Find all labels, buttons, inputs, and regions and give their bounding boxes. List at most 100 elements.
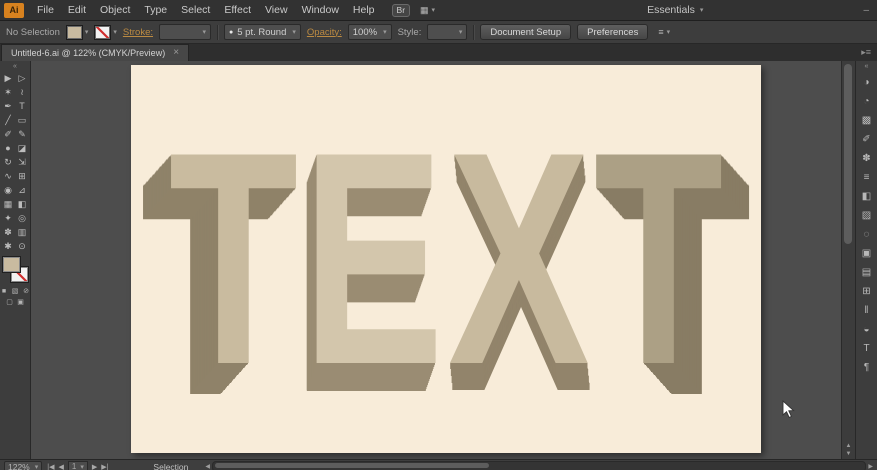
dock-expand-icon[interactable]: « [865,63,869,73]
symbols-panel-icon[interactable]: ✽ [856,149,877,168]
menu-file[interactable]: File [30,0,61,20]
scroll-down-icon[interactable]: ▼ [846,451,852,457]
menu-effect[interactable]: Effect [217,0,258,20]
shape-builder-tool[interactable]: ◉ [1,183,15,197]
free-transform-tool[interactable]: ⊞ [15,169,29,183]
transparency-panel-icon[interactable]: ▨ [856,206,877,225]
text-artwork[interactable]: T E X T [169,65,724,453]
horizontal-scrollbar-thumb[interactable] [215,463,489,468]
gradient-tool[interactable]: ◧ [15,197,29,211]
paintbrush-tool[interactable]: ✐ [1,127,15,141]
toolbar-collapse-icon[interactable]: « [13,62,17,71]
document-setup-button[interactable]: Document Setup [480,24,572,40]
pencil-tool[interactable]: ✎ [15,127,29,141]
vertical-scrollbar[interactable]: ▲ ▼ [841,61,855,459]
stroke-weight-dropdown[interactable]: ▾ [159,24,212,40]
selection-tool[interactable]: ▶ [1,71,15,85]
mesh-tool[interactable]: ▦ [1,197,15,211]
brush-definition-dropdown[interactable]: ● 5 pt. Round ▾ [224,24,301,40]
artboard-number-dropdown[interactable]: 1 ▾ [67,461,88,470]
align-panel-icon[interactable]: ‖ [856,301,877,320]
screen-mode-icon[interactable]: ▣ [17,298,25,306]
scroll-right-icon[interactable]: ▶ [868,463,873,470]
preferences-button[interactable]: Preferences [577,24,649,40]
opacity-link[interactable]: Opacity: [307,27,342,38]
minimize-button[interactable]: – [863,5,869,16]
menu-type[interactable]: Type [137,0,174,20]
color-guide-panel-icon[interactable]: ◔ [856,92,877,111]
fill-stroke-widget[interactable] [2,256,29,283]
color-mode-icon[interactable]: ■ [0,287,8,295]
symbol-sprayer-tool[interactable]: ✽ [1,225,15,239]
opacity-dropdown[interactable]: 100% ▾ [347,24,392,40]
last-artboard-icon[interactable]: ▶| [101,463,108,470]
bridge-button[interactable]: Br [391,3,411,17]
rotate-tool[interactable]: ↻ [1,155,15,169]
swatches-panel-icon[interactable]: ▩ [856,111,877,130]
blend-tool[interactable]: ◎ [15,211,29,225]
stroke-panel-icon[interactable]: ≡ [856,168,877,187]
letter-t2[interactable]: T [594,107,724,410]
rectangle-tool[interactable]: ▭ [15,113,29,127]
scroll-up-icon[interactable]: ▲ [846,443,852,449]
gradient-panel-icon[interactable]: ◧ [856,187,877,206]
menu-help[interactable]: Help [346,0,382,20]
none-mode-icon[interactable]: ⊘ [22,287,30,295]
color-panel-icon[interactable]: ◑ [856,73,877,92]
layers-panel-icon[interactable]: ▤ [856,263,877,282]
document-tab[interactable]: Untitled-6.ai @ 122% (CMYK/Preview) × [1,44,190,61]
style-dropdown[interactable]: ▾ [427,24,468,40]
pathfinder-panel-icon[interactable]: ◒ [856,320,877,339]
zoom-tool[interactable]: ⊙ [15,239,29,253]
horizontal-scrollbar-track[interactable] [212,461,867,470]
graphic-styles-panel-icon[interactable]: ▣ [856,244,877,263]
character-panel-icon[interactable]: T [856,339,877,358]
tabbar-options-icon[interactable]: ▸≡ [861,47,871,58]
width-tool[interactable]: ∿ [1,169,15,183]
letter-x[interactable]: X [448,107,589,410]
menu-select[interactable]: Select [174,0,217,20]
menu-object[interactable]: Object [93,0,137,20]
menu-window[interactable]: Window [295,0,346,20]
blob-brush-tool[interactable]: ● [1,141,15,155]
stroke-color-swatch[interactable]: ▾ [94,24,117,40]
direct-selection-tool[interactable]: ▷ [15,71,29,85]
scale-tool[interactable]: ⇲ [15,155,29,169]
eyedropper-tool[interactable]: ✦ [1,211,15,225]
next-artboard-icon[interactable]: ▶ [92,463,97,470]
letter-t1[interactable]: T [169,107,299,410]
stroke-link[interactable]: Stroke: [123,27,153,38]
tab-close-icon[interactable]: × [173,48,179,58]
artboards-panel-icon[interactable]: ⊞ [856,282,877,301]
workspace-switcher-icon[interactable]: ▦ ▾ [420,5,435,16]
prev-artboard-icon[interactable]: ◀ [58,463,63,470]
eraser-tool[interactable]: ◪ [15,141,29,155]
workspace-selector[interactable]: Essentials ▾ [647,4,703,16]
appearance-panel-icon[interactable]: ◌ [856,225,877,244]
scroll-left-icon[interactable]: ◀ [205,463,210,470]
magic-wand-tool[interactable]: ✶ [1,85,15,99]
vertical-scrollbar-thumb[interactable] [844,64,852,244]
column-graph-tool[interactable]: ▥ [15,225,29,239]
align-options-button[interactable]: ≡ ▾ [658,27,670,37]
perspective-grid-tool[interactable]: ⊿ [15,183,29,197]
gradient-mode-icon[interactable]: ▧ [11,287,19,295]
canvas-area[interactable]: T E X T ▲ ▼ [31,61,855,459]
horizontal-scrollbar[interactable]: ◀ ▶ [205,461,873,470]
menu-view[interactable]: View [258,0,295,20]
pen-tool[interactable]: ✒ [1,99,15,113]
letter-e[interactable]: E [302,107,443,410]
lasso-tool[interactable]: ≀ [15,85,29,99]
menu-edit[interactable]: Edit [61,0,93,20]
draw-normal-icon[interactable]: ▢ [6,298,14,306]
hand-tool[interactable]: ✱ [1,239,15,253]
zoom-level-dropdown[interactable]: 122% ▾ [4,460,43,470]
fill-color-swatch[interactable]: ▾ [65,24,88,40]
app-logo-icon[interactable]: Ai [4,2,24,18]
first-artboard-icon[interactable]: |◀ [47,463,54,470]
fill-color-box[interactable] [2,257,20,272]
brushes-panel-icon[interactable]: ✐ [856,130,877,149]
paragraph-panel-icon[interactable]: ¶ [856,358,877,377]
line-segment-tool[interactable]: ╱ [1,113,15,127]
type-tool[interactable]: T [15,99,29,113]
